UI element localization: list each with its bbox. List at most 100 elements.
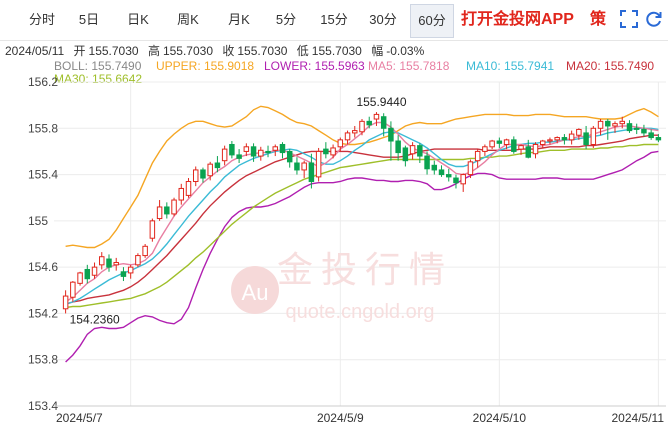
candle-body: [446, 174, 452, 178]
watermark-brand: 金投行情: [277, 249, 453, 290]
candle-body: [648, 132, 654, 139]
candle-body: [229, 143, 235, 156]
candle-body: [315, 150, 322, 178]
candle-body: [568, 133, 575, 141]
candle-body: [156, 206, 163, 220]
y-tick-label: 154.6: [28, 260, 58, 274]
candle-body: [207, 163, 213, 177]
y-tick-label: 155.8: [28, 121, 58, 135]
candle-body: [286, 150, 293, 163]
candle-body: [626, 123, 633, 132]
candle-body: [142, 245, 148, 257]
candle-body: [366, 120, 372, 126]
candle-body: [337, 139, 344, 148]
candle-body: [518, 145, 524, 150]
candle-body: [164, 206, 170, 215]
candle-body: [590, 127, 597, 145]
candle-body: [200, 169, 206, 179]
candle-body: [62, 295, 69, 310]
candle-body: [265, 150, 271, 154]
candle-body: [388, 127, 394, 142]
y-axis: 156.2 155.8 155.4 155 154.6 154.2 153.8 153.4: [28, 75, 58, 413]
candle-body: [496, 140, 503, 144]
candle-body: [561, 137, 568, 141]
candle-body: [460, 174, 466, 185]
candle-body: [236, 154, 242, 159]
candle-body: [467, 161, 474, 176]
price-chart[interactable]: Au 金投行情 quote.cngold.org 156.2 155.8 155.4…: [0, 0, 668, 426]
candle-body: [576, 128, 582, 136]
candle-body: [539, 140, 546, 145]
candle-body: [70, 281, 76, 298]
candle-body: [359, 120, 365, 133]
candle-body: [91, 266, 98, 276]
candle-body: [279, 143, 286, 154]
y-tick-label: 153.4: [28, 399, 58, 413]
candle-body: [409, 145, 416, 155]
y-tick-label: 155: [28, 214, 48, 228]
candle-body: [294, 162, 300, 171]
y-tick-label: 155.4: [28, 168, 58, 182]
candle-body: [308, 162, 315, 183]
candle-body: [525, 146, 532, 158]
candle-body: [554, 137, 560, 141]
watermark: Au 金投行情 quote.cngold.org: [231, 249, 453, 323]
candle-body: [99, 256, 105, 266]
candle-body: [503, 139, 510, 145]
chart-widget: 分时 5日 日K 周K 月K 5分 15分 30分 60分 打开金投网APP 策…: [0, 0, 668, 426]
watermark-logo-text: Au: [242, 280, 269, 305]
candle-body: [431, 164, 438, 171]
watermark-url: quote.cngold.org: [285, 301, 434, 323]
candle-body: [380, 116, 387, 129]
candle-body: [258, 149, 264, 157]
candle-body: [605, 120, 611, 127]
candle-body: [619, 120, 625, 125]
candle-body: [547, 139, 553, 142]
y-tick-label: 154.2: [28, 306, 58, 320]
x-tick-label: 2024/5/7: [56, 411, 103, 425]
candle-body: [171, 199, 177, 215]
candle-body: [532, 143, 539, 155]
candle-body: [402, 147, 409, 162]
x-tick-label: 2024/5/9: [317, 411, 364, 425]
candle-body: [323, 148, 329, 155]
candle-body: [395, 140, 401, 154]
candle-body: [482, 146, 488, 152]
candle-body: [77, 272, 83, 284]
candle-body: [330, 147, 336, 156]
candle-body: [474, 150, 481, 162]
candle-body: [641, 128, 647, 134]
candle-body: [113, 262, 119, 266]
candle-body: [120, 271, 127, 277]
candle-body: [612, 123, 618, 127]
y-tick-label: 156.2: [28, 75, 58, 89]
candle-body: [185, 181, 192, 196]
candle-body: [424, 155, 430, 170]
candle-body: [352, 130, 358, 134]
candle-body: [178, 187, 185, 201]
x-tick-label: 2024/5/10: [473, 411, 527, 425]
candle-body: [192, 169, 199, 183]
candle-body: [453, 177, 459, 184]
candle-body: [127, 266, 134, 274]
max-price-label: 155.9440: [356, 95, 406, 109]
candle-body: [272, 146, 278, 151]
candle-body: [149, 220, 156, 239]
candle-body: [301, 162, 307, 171]
candle-body: [135, 255, 141, 266]
candle-body: [511, 139, 517, 152]
x-tick-label: 2024/5/11: [612, 411, 665, 425]
candle-body: [633, 127, 640, 130]
candle-body: [583, 132, 589, 145]
candle-body: [84, 268, 91, 280]
candle-body: [221, 148, 228, 162]
candle-body: [417, 145, 423, 157]
min-price-label: 154.2360: [70, 312, 120, 326]
candle-body: [597, 120, 604, 129]
candle-body: [344, 132, 351, 141]
candle-body: [250, 146, 257, 157]
candle-body: [438, 169, 445, 176]
candle-body: [214, 162, 221, 169]
candle-body: [106, 258, 112, 268]
candle-body: [489, 140, 495, 148]
